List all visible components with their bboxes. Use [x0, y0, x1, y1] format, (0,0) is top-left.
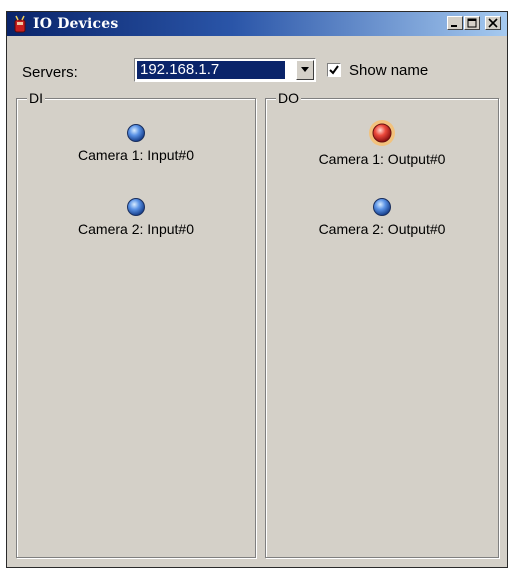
di-item-camera-1: Camera 1: Input#0 — [17, 123, 255, 163]
do-group-title: DO — [276, 90, 301, 106]
di-item-label: Camera 1: Input#0 — [78, 147, 194, 163]
servers-label: Servers: — [22, 64, 78, 81]
io-devices-window: IO Devices Servers: 192.168.1.7 Show nam… — [6, 11, 508, 568]
window-title: IO Devices — [33, 16, 119, 32]
do-item-label: Camera 1: Output#0 — [318, 151, 446, 167]
title-bar[interactable]: IO Devices — [7, 12, 507, 36]
do-group: DO Camera 1: Output#0 Camera 2: Output#0 — [265, 90, 499, 558]
input-indicator-icon[interactable] — [126, 197, 146, 217]
di-group-title: DI — [27, 90, 45, 106]
close-button[interactable] — [485, 16, 501, 30]
close-icon — [488, 18, 498, 28]
do-item-camera-1: Camera 1: Output#0 — [266, 120, 498, 167]
maximize-button[interactable] — [464, 16, 480, 30]
io-device-icon — [14, 15, 26, 33]
show-name-checkbox[interactable] — [327, 63, 341, 77]
maximize-icon — [467, 18, 477, 28]
chevron-down-icon — [301, 67, 309, 72]
show-name-label[interactable]: Show name — [349, 62, 428, 79]
input-indicator-icon[interactable] — [126, 123, 146, 143]
servers-dropdown[interactable]: 192.168.1.7 — [134, 58, 316, 82]
di-item-camera-2: Camera 2: Input#0 — [17, 197, 255, 237]
checkmark-icon — [329, 65, 339, 75]
minimize-button[interactable] — [447, 16, 463, 30]
output-indicator-active-icon[interactable] — [368, 119, 396, 147]
di-group: DI Camera 1: Input#0 Camera 2: Input#0 — [16, 90, 256, 558]
output-indicator-icon[interactable] — [372, 197, 392, 217]
dropdown-arrow-button[interactable] — [296, 60, 314, 80]
do-item-camera-2: Camera 2: Output#0 — [266, 197, 498, 237]
do-item-label: Camera 2: Output#0 — [318, 221, 446, 237]
di-item-label: Camera 2: Input#0 — [78, 221, 194, 237]
servers-selected-value: 192.168.1.7 — [137, 61, 285, 79]
minimize-icon — [451, 25, 457, 27]
